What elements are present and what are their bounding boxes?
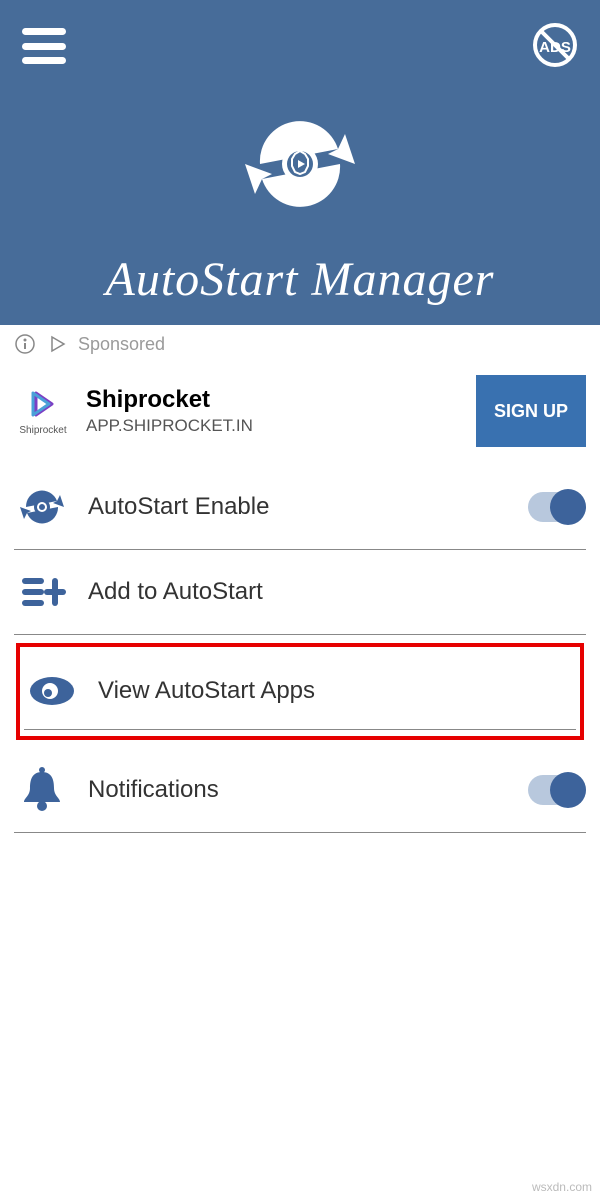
- menu-item-label: Add to AutoStart: [88, 578, 586, 606]
- app-header: ADS AutoStart Manager: [0, 0, 600, 325]
- ad-app-icon-label: Shiprocket: [19, 425, 66, 436]
- ad-app-icon: Shiprocket: [14, 387, 72, 436]
- info-icon[interactable]: [14, 333, 36, 355]
- menu-list: AutoStart Enable Add to AutoStart: [0, 465, 600, 833]
- ad-row[interactable]: Shiprocket Shiprocket APP.SHIPROCKET.IN …: [0, 363, 600, 465]
- eye-icon: [24, 663, 80, 719]
- menu-item-autostart-enable[interactable]: AutoStart Enable: [14, 465, 586, 550]
- ad-title: Shiprocket: [86, 386, 462, 414]
- no-ads-icon[interactable]: ADS: [532, 22, 578, 68]
- highlight-box: View AutoStart Apps: [16, 643, 584, 740]
- menu-item-label: View AutoStart Apps: [98, 677, 576, 705]
- menu-item-view-apps[interactable]: View AutoStart Apps: [24, 653, 576, 730]
- sponsored-text: Sponsored: [78, 334, 165, 355]
- watermark: wsxdn.com: [532, 1180, 592, 1194]
- app-title: AutoStart Manager: [106, 252, 495, 307]
- ad-subtitle: APP.SHIPROCKET.IN: [86, 416, 462, 436]
- hamburger-menu-icon[interactable]: [22, 28, 66, 64]
- signup-button[interactable]: SIGN UP: [476, 375, 586, 447]
- menu-item-add-to-autostart[interactable]: Add to AutoStart: [14, 550, 586, 635]
- menu-item-label: Notifications: [88, 776, 510, 804]
- app-logo-icon: [230, 94, 370, 234]
- sponsored-label-row: Sponsored: [0, 325, 600, 363]
- refresh-gear-icon: [14, 479, 70, 535]
- list-plus-icon: [14, 564, 70, 620]
- autostart-enable-toggle[interactable]: [528, 492, 586, 522]
- bell-icon: [14, 762, 70, 818]
- menu-item-notifications[interactable]: Notifications: [14, 748, 586, 833]
- ad-text: Shiprocket APP.SHIPROCKET.IN: [86, 386, 462, 436]
- notifications-toggle[interactable]: [528, 775, 586, 805]
- menu-item-label: AutoStart Enable: [88, 493, 510, 521]
- play-triangle-icon[interactable]: [46, 333, 68, 355]
